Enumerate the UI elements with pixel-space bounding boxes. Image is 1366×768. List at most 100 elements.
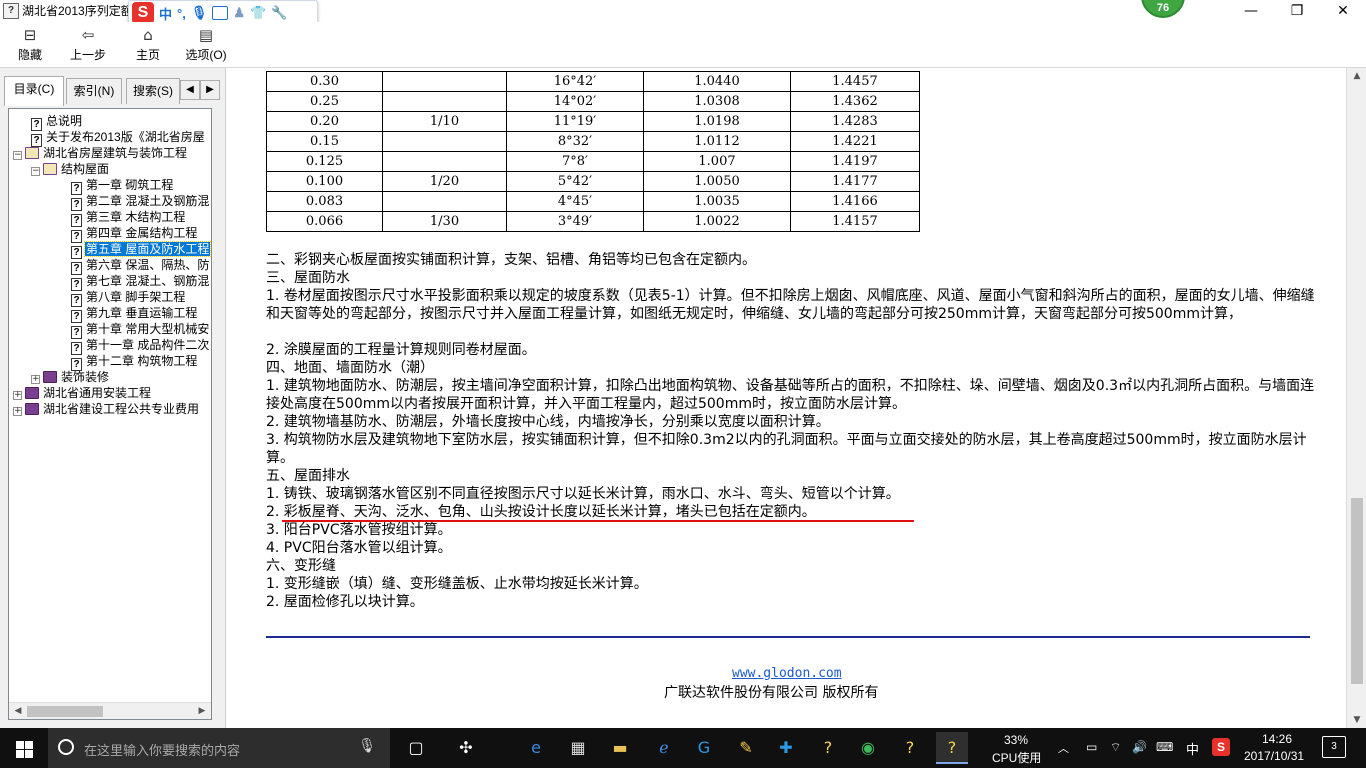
table-cell: 3°49′ bbox=[506, 211, 644, 232]
tree-item[interactable]: ? 总说明 bbox=[31, 113, 83, 131]
collapse-icon[interactable]: − bbox=[13, 151, 22, 160]
score-badge[interactable]: 76 bbox=[1141, 0, 1185, 18]
toolbar: ⊟ 隐藏 ⇦ 上一步 ⌂ 主页 ▤ 选项(O) bbox=[0, 22, 1366, 68]
microphone-icon[interactable]: 🎙 bbox=[191, 5, 208, 21]
fan-icon[interactable]: ✣ bbox=[450, 732, 482, 764]
tree-item[interactable]: ? 第四章 金属结构工程 bbox=[71, 225, 198, 243]
edge-icon[interactable]: e bbox=[520, 732, 552, 764]
sogou-logo-icon[interactable]: S bbox=[132, 2, 154, 24]
keyboard-icon[interactable]: ⌨ bbox=[1156, 740, 1173, 754]
table-cell: 1.4166 bbox=[790, 191, 920, 212]
content-paragraph: 2. 涂膜屋面的工程量计算规则同卷材屋面。 bbox=[266, 342, 536, 358]
scrollbar-thumb[interactable] bbox=[27, 706, 103, 717]
closed-book-icon bbox=[25, 403, 39, 415]
scrollbar-thumb[interactable] bbox=[1351, 498, 1363, 684]
minimize-button[interactable]: — bbox=[1228, 0, 1274, 22]
tree-item[interactable]: ? 第三章 木结构工程 bbox=[71, 209, 186, 227]
tree-item[interactable]: + 装饰装修 bbox=[31, 369, 110, 385]
ie-icon[interactable]: ℯ bbox=[648, 732, 680, 764]
expand-icon[interactable]: + bbox=[13, 391, 22, 400]
ime-mode-toggle[interactable]: 中 bbox=[159, 4, 172, 23]
clock-time[interactable]: 14:26 bbox=[1262, 732, 1292, 746]
tree-item[interactable]: ? 第十章 常用大型机械安 bbox=[71, 321, 210, 339]
tree-item[interactable]: ? 第六章 保温、隔热、防 bbox=[71, 257, 210, 275]
tree-item-label: 结构屋面 bbox=[61, 162, 110, 176]
keyboard-icon[interactable] bbox=[212, 6, 229, 20]
tree-item[interactable]: ? 第十一章 成品构件二次 bbox=[71, 337, 210, 355]
tree-item[interactable]: ? 关于发布2013版《湖北省房屋 bbox=[31, 129, 206, 147]
window-title: 湖北省2013序列定额 bbox=[22, 4, 133, 18]
microphone-icon[interactable]: 🎙 bbox=[358, 738, 376, 754]
tree-item[interactable]: ? 第十二章 构筑物工程 bbox=[71, 353, 198, 371]
options-button[interactable]: ▤ 选项(O) bbox=[182, 24, 230, 66]
green-app-icon[interactable]: ◉ bbox=[852, 732, 884, 764]
tree-item-label: 湖北省通用安装工程 bbox=[43, 386, 152, 400]
help-app-icon[interactable]: ? bbox=[894, 732, 926, 764]
tree-item[interactable]: ? 第二章 混凝土及钢筋混 bbox=[71, 193, 210, 211]
tree-item[interactable]: ? 第一章 砌筑工程 bbox=[71, 177, 174, 195]
closed-book-icon bbox=[43, 371, 57, 383]
clock-date[interactable]: 2017/10/31 bbox=[1244, 749, 1304, 763]
scroll-down-icon[interactable]: ▼ bbox=[1347, 712, 1366, 728]
expand-icon[interactable]: + bbox=[31, 375, 40, 384]
wifi-icon[interactable]: ⌔ bbox=[1110, 740, 1121, 755]
back-button[interactable]: ⇦ 上一步 bbox=[64, 24, 112, 66]
plus-app-icon[interactable]: ✚ bbox=[770, 732, 802, 764]
ime-punct-toggle[interactable]: °, bbox=[177, 6, 186, 21]
restore-button[interactable]: ❐ bbox=[1274, 0, 1320, 22]
tab-search[interactable]: 搜索(S) bbox=[126, 78, 180, 104]
task-view-icon[interactable]: ▢ bbox=[400, 732, 432, 764]
glodon-g-icon[interactable]: G bbox=[688, 732, 720, 764]
scroll-left-icon[interactable]: ◀ bbox=[10, 704, 26, 719]
tree-item-label: 第十章 常用大型机械安 bbox=[86, 322, 210, 336]
tree-item[interactable]: + 湖北省通用安装工程 bbox=[13, 385, 152, 401]
content-paragraph: 六、变形缝 bbox=[266, 558, 336, 574]
tab-index[interactable]: 索引(N) bbox=[66, 78, 122, 104]
collapse-icon[interactable]: − bbox=[31, 167, 40, 176]
help-app-icon[interactable]: ? bbox=[812, 732, 844, 764]
help-app-icon[interactable]: ? bbox=[936, 732, 968, 764]
volume-icon[interactable]: 🔊 bbox=[1132, 740, 1147, 754]
store-icon[interactable]: ▦ bbox=[562, 732, 594, 764]
expand-icon[interactable]: + bbox=[13, 407, 22, 416]
table-cell: 1/20 bbox=[382, 171, 507, 192]
tray-chevron-icon[interactable]: ︿ bbox=[1058, 740, 1069, 756]
home-button[interactable]: ⌂ 主页 bbox=[128, 24, 168, 66]
table-cell: 1.4221 bbox=[790, 131, 920, 152]
tree-item[interactable]: ? 第八章 脚手架工程 bbox=[71, 289, 186, 307]
contents-tree[interactable]: ? 总说明? 关于发布2013版《湖北省房屋 − 湖北省房屋建筑与装饰工程 − 结构屋面? 第… bbox=[8, 108, 212, 720]
tab-scroll-left-icon[interactable]: ◀ bbox=[180, 80, 200, 100]
table-cell bbox=[382, 191, 507, 212]
content-paragraph: 1. 建筑物地面防水、防潮层，按主墙间净空面积计算，扣除凸出地面构筑物、设备基础… bbox=[266, 378, 1315, 412]
close-button[interactable]: ✕ bbox=[1320, 0, 1366, 22]
tree-item[interactable]: − 湖北省房屋建筑与装饰工程 bbox=[13, 145, 188, 161]
tab-scroll-right-icon[interactable]: ▶ bbox=[200, 80, 220, 100]
tree-item[interactable]: ? 第九章 垂直运输工程 bbox=[71, 305, 198, 323]
tree-item[interactable]: − 结构屋面 bbox=[31, 161, 110, 177]
table-cell: 1.4457 bbox=[790, 71, 920, 92]
scroll-up-icon[interactable]: ▲ bbox=[1347, 68, 1366, 84]
sticky-note-icon[interactable]: ✎ bbox=[730, 732, 762, 764]
table-cell: 8°32′ bbox=[506, 131, 644, 152]
notification-center-icon[interactable]: 3 bbox=[1322, 736, 1346, 758]
content-paragraph: 1. 变形缝嵌（填）缝、变形缝盖板、止水带均按延长米计算。 bbox=[266, 576, 648, 592]
network-icon[interactable]: ▭ bbox=[1086, 740, 1097, 754]
content-vertical-scrollbar[interactable]: ▲ ▼ bbox=[1346, 68, 1366, 728]
taskbar-search-box[interactable]: 在这里输入你要搜索的内容 🎙 bbox=[48, 728, 390, 768]
user-icon[interactable]: ♟ bbox=[233, 5, 245, 21]
folder-icon[interactable]: ▬ bbox=[604, 732, 636, 764]
skin-icon[interactable]: 👕 bbox=[250, 5, 266, 21]
tree-item[interactable]: + 湖北省建设工程公共专业费用 bbox=[13, 401, 200, 417]
ime-indicator[interactable]: 中 bbox=[1186, 739, 1199, 758]
tree-item[interactable]: ? 第五章 屋面及防水工程 bbox=[71, 241, 211, 259]
scroll-right-icon[interactable]: ▶ bbox=[194, 704, 210, 719]
hide-button[interactable]: ⊟ 隐藏 bbox=[10, 24, 50, 66]
tree-item[interactable]: ? 第七章 混凝土、钢筋混 bbox=[71, 273, 210, 291]
tab-contents[interactable]: 目录(C) bbox=[4, 76, 64, 106]
start-button[interactable] bbox=[0, 728, 48, 768]
wrench-icon[interactable]: 🔧 bbox=[271, 5, 287, 21]
sogou-tray-icon[interactable]: S bbox=[1212, 738, 1230, 756]
tree-item-label: 第二章 混凝土及钢筋混 bbox=[86, 194, 210, 208]
glodon-website-link[interactable]: www.glodon.com bbox=[732, 666, 842, 681]
tree-horizontal-scrollbar[interactable]: ◀ ▶ bbox=[9, 702, 211, 719]
